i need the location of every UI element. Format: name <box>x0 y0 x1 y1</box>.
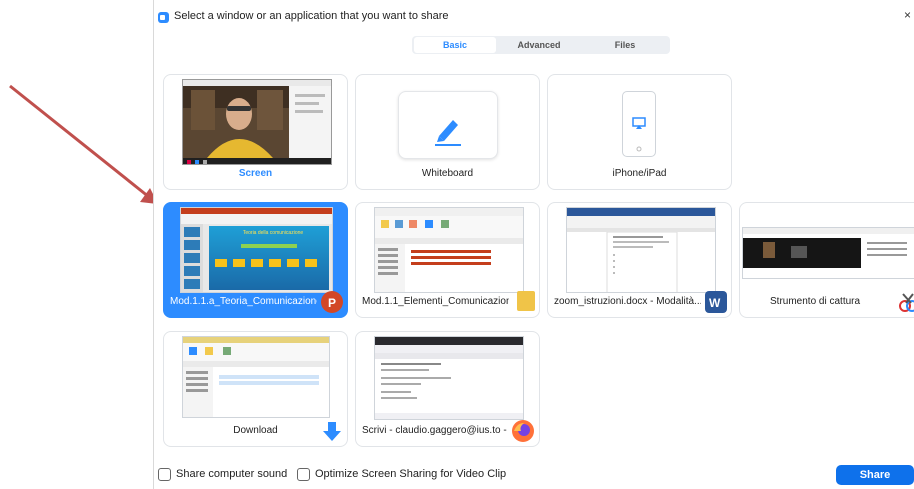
close-icon[interactable]: × <box>904 9 911 21</box>
share-item-whiteboard[interactable]: Whiteboard <box>355 74 540 190</box>
download-icon <box>321 420 343 442</box>
pencil-icon <box>435 120 461 146</box>
snipping-preview <box>743 228 914 268</box>
share-item-label: Mod.1.1_Elementi_Comunicazione <box>362 296 509 307</box>
share-item-label: Download <box>233 425 278 436</box>
powerpoint-thumbnail: Teoria della comunicazione <box>180 207 333 293</box>
share-item-iphone-ipad[interactable]: iPhone/iPad <box>547 74 732 190</box>
word-icon: W <box>705 291 727 313</box>
share-item-snipping-window[interactable]: Strumento di cattura <box>739 202 914 318</box>
annotation-arrow <box>9 84 153 204</box>
snipping-tool-icon <box>897 291 914 313</box>
download-thumbnail <box>182 336 330 418</box>
phone-icon <box>622 91 656 157</box>
svg-text:P: P <box>328 296 336 310</box>
left-margin <box>0 0 153 489</box>
share-footer: Share computer sound Optimize Screen Sha… <box>154 460 914 489</box>
svg-text:W: W <box>709 296 721 310</box>
share-item-label: zoom_istruzioni.docx - Modalità... <box>554 296 701 307</box>
whiteboard-preview <box>398 91 498 159</box>
share-button[interactable]: Share <box>836 465 914 485</box>
firefox-thumbnail <box>374 336 524 420</box>
airplay-icon <box>632 117 646 152</box>
share-item-powerpoint-window[interactable]: Teoria della comunicazione Mod.1.1.a_Teo… <box>163 202 348 318</box>
share-sound-label: Share computer sound <box>176 468 288 480</box>
powerpoint-preview <box>181 208 332 292</box>
share-item-label: Whiteboard <box>421 168 474 179</box>
explorer-thumbnail <box>374 207 524 293</box>
dialog-title: Select a window or an application that y… <box>174 10 449 22</box>
screen-preview-image <box>183 80 331 164</box>
share-item-label: iPhone/iPad <box>612 168 667 179</box>
share-item-label: Mod.1.1.a_Teoria_Comunicazione... <box>170 296 317 307</box>
word-preview <box>567 208 715 292</box>
download-preview <box>183 337 329 417</box>
folder-icon <box>517 291 535 311</box>
share-item-word-window[interactable]: zoom_istruzioni.docx - Modalità... W <box>547 202 732 318</box>
share-item-screen[interactable]: Screen <box>163 74 348 190</box>
optimize-video-checkbox[interactable] <box>297 468 310 481</box>
share-item-explorer-window[interactable]: Mod.1.1_Elementi_Comunicazione <box>355 202 540 318</box>
share-item-firefox-window[interactable]: Scrivi - claudio.gaggero@ius.to - ... <box>355 331 540 447</box>
share-item-label: Strumento di cattura <box>770 296 861 307</box>
share-item-label: Scrivi - claudio.gaggero@ius.to - ... <box>362 425 509 436</box>
firefox-icon <box>511 419 535 443</box>
tab-files[interactable]: Files <box>582 37 668 53</box>
tab-basic[interactable]: Basic <box>414 37 496 53</box>
word-thumbnail <box>566 207 716 293</box>
share-sound-checkbox[interactable] <box>158 468 171 481</box>
firefox-preview <box>375 337 523 419</box>
share-item-label: Screen <box>238 168 273 179</box>
share-dialog: Select a window or an application that y… <box>153 0 914 489</box>
title-bar: Select a window or an application that y… <box>154 0 914 34</box>
snipping-thumbnail <box>742 227 914 279</box>
tab-advanced[interactable]: Advanced <box>498 37 580 53</box>
zoom-app-icon <box>158 12 169 23</box>
powerpoint-icon: P <box>321 291 343 313</box>
share-item-download-window[interactable]: Download <box>163 331 348 447</box>
presentation-title: Teoria della comunicazione <box>242 230 304 236</box>
optimize-video-label: Optimize Screen Sharing for Video Clip <box>315 468 507 480</box>
share-tabs: Basic Advanced Files <box>412 36 670 54</box>
explorer-preview <box>375 208 523 292</box>
screen-thumbnail <box>182 79 332 165</box>
